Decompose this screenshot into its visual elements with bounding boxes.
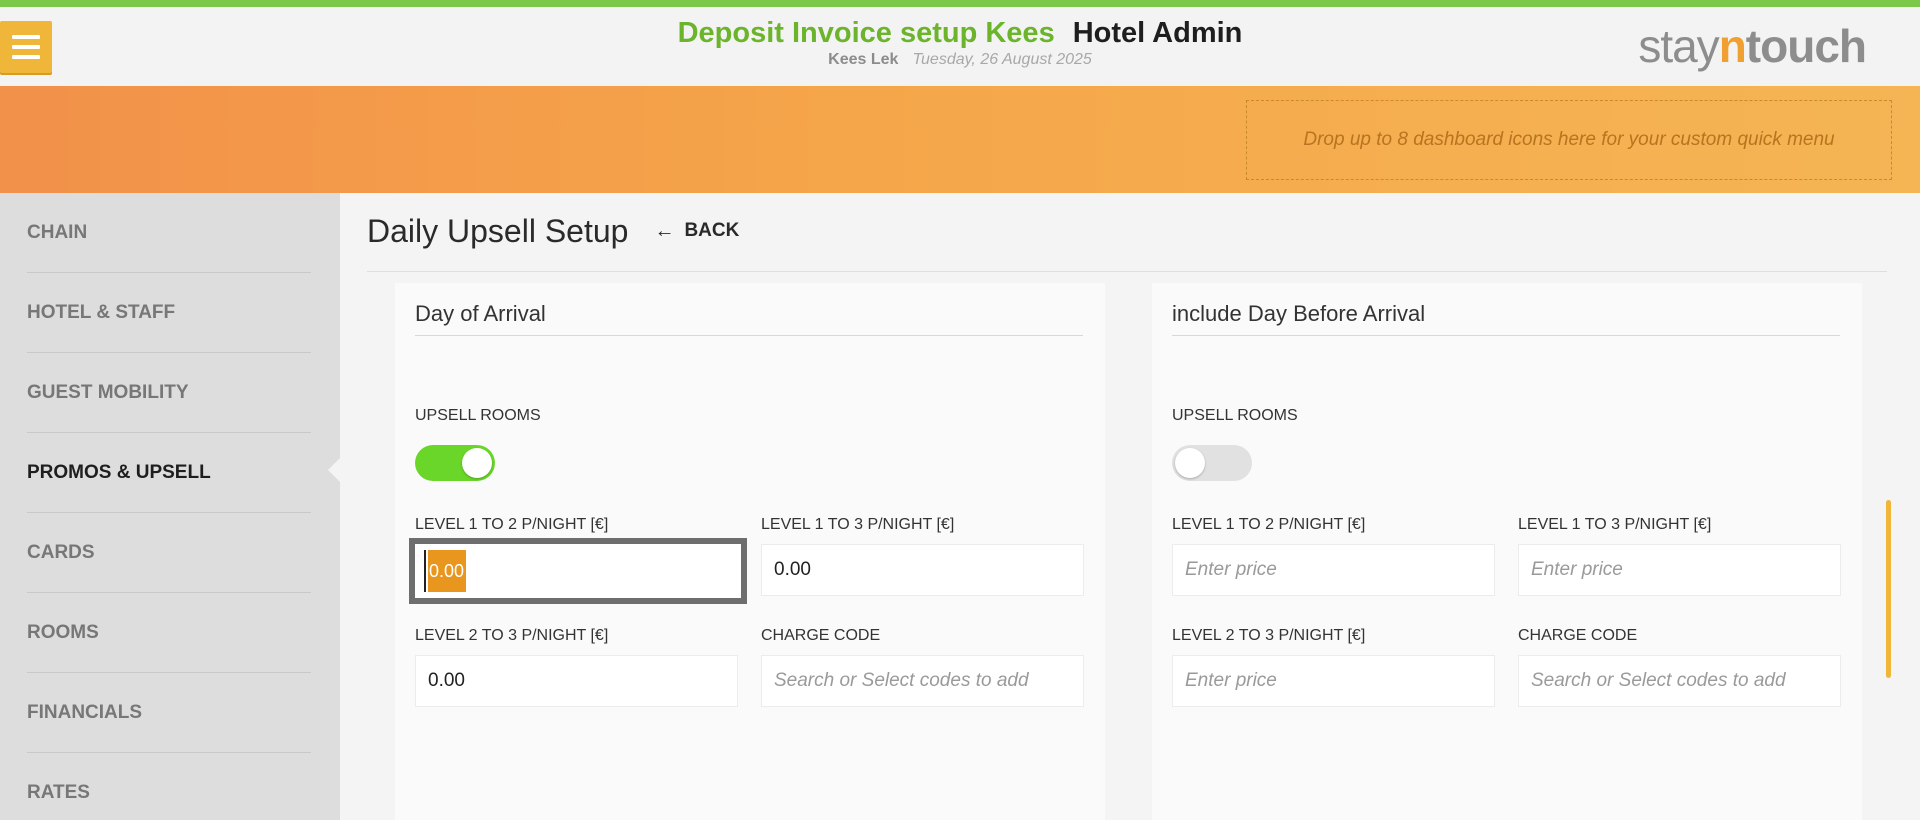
charge-code-input-arrival[interactable] — [761, 655, 1084, 707]
selected-text: 0.00 — [428, 550, 466, 592]
level-1-to-3-input-before[interactable] — [1518, 544, 1841, 596]
back-button[interactable]: ← BACK — [654, 220, 739, 243]
back-label: BACK — [684, 220, 740, 241]
header-title: Deposit Invoice setup Kees Hotel Admin — [0, 17, 1920, 50]
level-2-to-3-label: LEVEL 2 TO 3 P/NIGHT [€] — [415, 627, 609, 644]
app-header: Deposit Invoice setup Kees Hotel Admin Ke… — [0, 7, 1920, 86]
header-divider — [367, 271, 1887, 272]
current-user: Kees Lek — [828, 51, 899, 68]
sidebar-item-chain[interactable]: CHAIN — [27, 193, 311, 273]
upsell-rooms-label: UPSELL ROOMS — [1172, 407, 1298, 424]
upsell-rooms-toggle-arrival[interactable] — [415, 445, 495, 481]
day-of-arrival-card: Day of Arrival UPSELL ROOMS LEVEL 1 TO 2… — [395, 283, 1105, 820]
stayntouch-logo: stayntouch — [1638, 20, 1867, 72]
level-1-to-2-label: LEVEL 1 TO 2 P/NIGHT [€] — [415, 516, 609, 533]
page-header: Daily Upsell Setup ← BACK — [367, 211, 739, 251]
level-1-to-2-label: LEVEL 1 TO 2 P/NIGHT [€] — [1172, 516, 1366, 533]
business-date: Tuesday, 26 August 2025 — [912, 51, 1092, 68]
level-2-to-3-label: LEVEL 2 TO 3 P/NIGHT [€] — [1172, 627, 1366, 644]
sidebar-item-rates[interactable]: RATES — [27, 753, 311, 820]
page-title: Daily Upsell Setup — [367, 212, 629, 249]
sidebar-item-cards[interactable]: CARDS — [27, 513, 311, 593]
top-accent-bar — [0, 0, 1920, 7]
text-cursor — [424, 550, 426, 592]
level-1-to-3-label: LEVEL 1 TO 3 P/NIGHT [€] — [761, 516, 955, 533]
header-subtitle: Kees Lek Tuesday, 26 August 2025 — [0, 51, 1920, 69]
card-title-arrival: Day of Arrival — [415, 301, 1083, 336]
sidebar-item-rooms[interactable]: ROOMS — [27, 593, 311, 673]
sidebar-item-financials[interactable]: FINANCIALS — [27, 673, 311, 753]
quick-menu-dropzone[interactable]: Drop up to 8 dashboard icons here for yo… — [1246, 100, 1892, 180]
main-content: Daily Upsell Setup ← BACK Day of Arrival … — [340, 193, 1920, 820]
header-title-admin: Hotel Admin — [1072, 17, 1243, 49]
admin-sidebar: CHAIN HOTEL & STAFF GUEST MOBILITY PROMO… — [0, 193, 340, 820]
day-before-arrival-card: include Day Before Arrival UPSELL ROOMS … — [1152, 283, 1862, 820]
level-1-to-3-label: LEVEL 1 TO 3 P/NIGHT [€] — [1518, 516, 1712, 533]
header-title-setup: Deposit Invoice setup Kees — [677, 17, 1055, 49]
charge-code-label: CHARGE CODE — [1518, 627, 1638, 644]
sidebar-item-promos-upsell[interactable]: PROMOS & UPSELL — [27, 433, 311, 513]
level-1-to-2-input-arrival[interactable]: 0.00 — [409, 538, 747, 604]
toggle-knob — [462, 448, 492, 478]
level-2-to-3-input-before[interactable] — [1172, 655, 1495, 707]
sidebar-item-guest-mobility[interactable]: GUEST MOBILITY — [27, 353, 311, 433]
level-1-to-2-input-before[interactable] — [1172, 544, 1495, 596]
card-title-before: include Day Before Arrival — [1172, 301, 1840, 336]
toggle-knob — [1175, 448, 1205, 478]
content-scrollbar[interactable] — [1886, 500, 1891, 678]
quick-menu-banner: Drop up to 8 dashboard icons here for yo… — [0, 86, 1920, 193]
charge-code-label: CHARGE CODE — [761, 627, 881, 644]
level-1-to-3-input-arrival[interactable] — [761, 544, 1084, 596]
level-2-to-3-input-arrival[interactable] — [415, 655, 738, 707]
upsell-rooms-label: UPSELL ROOMS — [415, 407, 541, 424]
left-arrow-icon: ← — [654, 219, 675, 242]
sidebar-item-hotel-staff[interactable]: HOTEL & STAFF — [27, 273, 311, 353]
charge-code-input-before[interactable] — [1518, 655, 1841, 707]
upsell-rooms-toggle-before[interactable] — [1172, 445, 1252, 481]
